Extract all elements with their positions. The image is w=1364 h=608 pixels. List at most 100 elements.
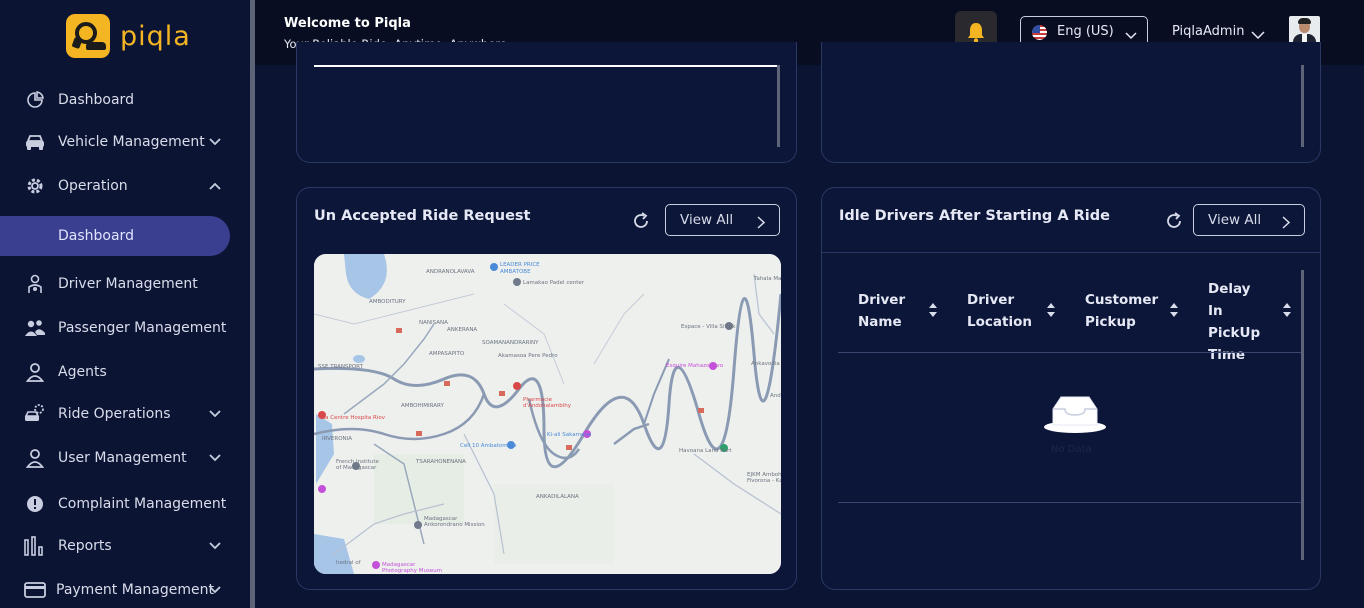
table-header-divider: [838, 352, 1302, 353]
welcome-title: Welcome to Piqla: [284, 16, 411, 31]
svg-text:Ankorondrano Mission: Ankorondrano Mission: [424, 522, 485, 528]
sidebar-item-vehicle-management[interactable]: Vehicle Management: [0, 122, 250, 162]
card-scrollbar[interactable]: [1301, 65, 1304, 147]
svg-text:Andr: Andr: [770, 393, 781, 399]
sort-icon[interactable]: [928, 302, 938, 318]
sidebar-item-user-management[interactable]: User Management: [0, 438, 250, 478]
alert-circle-icon: [24, 493, 46, 515]
sidebar-item-label: Dashboard: [58, 92, 134, 108]
svg-text:ka Centre Hospita Riov: ka Centre Hospita Riov: [322, 415, 386, 421]
ride-map[interactable]: ANDRANOLAVAVA LEADER PRICE AMBATOBE Lama…: [314, 254, 781, 574]
refresh-icon[interactable]: [1164, 211, 1184, 231]
svg-text:LEADER PRICE: LEADER PRICE: [500, 262, 540, 268]
divider-line: [314, 65, 778, 67]
card-scrollbar[interactable]: [777, 65, 780, 147]
brand-logo[interactable]: piqla: [66, 14, 191, 58]
sidebar-item-label: Passenger Management: [58, 320, 227, 336]
card-title: Idle Drivers After Starting A Ride: [839, 208, 1110, 224]
table-scrollbar[interactable]: [1301, 270, 1304, 560]
language-label: Eng (US): [1057, 24, 1114, 39]
chevron-down-icon[interactable]: [208, 539, 222, 553]
sidebar-item-passenger-management[interactable]: Passenger Management: [0, 308, 250, 348]
sidebar-item-dashboard[interactable]: Dashboard: [0, 80, 250, 120]
svg-text:IRVERONIA: IRVERONIA: [322, 436, 352, 442]
sort-icon[interactable]: [1282, 302, 1292, 318]
svg-text:AMBATOBE: AMBATOBE: [500, 269, 531, 275]
sidebar-item-label: Driver Management: [58, 276, 198, 292]
card-title: Un Accepted Ride Request: [314, 208, 531, 224]
sidebar-item-operation[interactable]: Operation: [0, 166, 250, 206]
sidebar: piqla Dashboard Vehicle Management Opera…: [0, 0, 250, 608]
unaccepted-ride-card: Un Accepted Ride Request View All ANDRAN…: [296, 187, 797, 590]
svg-text:Akamasoa Pere Pedro: Akamasoa Pere Pedro: [498, 353, 558, 359]
idle-drivers-card: Idle Drivers After Starting A Ride View …: [821, 187, 1321, 590]
sidebar-subitem-dashboard[interactable]: Dashboard: [0, 216, 230, 256]
chevron-up-icon[interactable]: [208, 179, 222, 193]
svg-text:ANKADILALANA: ANKADILALANA: [536, 494, 579, 500]
card-partial-left: [296, 42, 797, 163]
svg-text:AMBODITURY: AMBODITURY: [369, 299, 406, 305]
column-header-driver-location[interactable]: Driver Location: [967, 289, 1037, 333]
table-bottom-divider: [838, 502, 1302, 503]
view-all-label: View All: [680, 212, 734, 228]
svg-text:AMPASAPITO: AMPASAPITO: [429, 351, 465, 357]
car-icon: [24, 131, 46, 153]
bell-icon: [968, 23, 984, 43]
svg-text:Tahala Malakhaana: Tahala Malakhaana: [753, 276, 781, 282]
sidebar-item-label: Ride Operations: [58, 406, 171, 422]
svg-text:Ankavodia: Ankavodia: [751, 361, 780, 367]
users-icon: [24, 317, 46, 339]
us-flag-icon: [1032, 25, 1047, 40]
person-icon: [24, 447, 46, 469]
sidebar-item-label: Complaint Management: [58, 496, 227, 512]
svg-text:Esquire Mahazoarivo: Esquire Mahazoarivo: [666, 363, 724, 369]
view-all-button[interactable]: View All: [665, 204, 780, 236]
gear-icon: [24, 175, 46, 197]
sort-icon[interactable]: [1169, 302, 1179, 318]
sidebar-item-driver-management[interactable]: Driver Management: [0, 264, 250, 304]
sidebar-item-complaint-management[interactable]: Complaint Management: [0, 484, 250, 524]
sidebar-item-ride-operations[interactable]: Ride Operations: [0, 394, 250, 434]
svg-text:TSARAHONENANA: TSARAHONENANA: [415, 459, 466, 465]
column-header-customer-pickup[interactable]: Customer Pickup: [1085, 289, 1165, 333]
empty-state-text: No Data: [1051, 444, 1092, 455]
svg-text:Havoana Land Kart: Havoana Land Kart: [679, 448, 732, 454]
sidebar-item-label: Agents: [58, 364, 107, 380]
sidebar-item-reports[interactable]: Reports: [0, 526, 250, 566]
refresh-icon[interactable]: [631, 211, 651, 231]
credit-card-icon: [24, 579, 46, 601]
svg-text:d'Andohalambihy: d'Andohalambihy: [523, 403, 572, 409]
view-all-button[interactable]: View All: [1193, 204, 1305, 236]
empty-inbox-icon: [1043, 391, 1107, 435]
svg-text:Ki-ali Sakamena: Ki-ali Sakamena: [547, 432, 591, 438]
chevron-down-icon[interactable]: [208, 583, 222, 597]
sidebar-item-label: User Management: [58, 450, 187, 466]
chevron-down-icon[interactable]: [208, 407, 222, 421]
sidebar-item-label: Reports: [58, 538, 112, 554]
svg-text:Espace - Villa Sitrak: Espace - Villa Sitrak: [681, 324, 736, 330]
svg-text:NANISANA: NANISANA: [419, 320, 448, 326]
chevron-right-icon: [1282, 214, 1291, 233]
card-divider: [822, 252, 1320, 253]
app-root: piqla Dashboard Vehicle Management Opera…: [0, 0, 1364, 608]
svg-text:AMBOHIMIRARY: AMBOHIMIRARY: [401, 403, 444, 409]
sidebar-item-agents[interactable]: Agents: [0, 352, 250, 392]
chevron-down-icon[interactable]: [208, 451, 222, 465]
svg-text:Lamakao Padel center: Lamakao Padel center: [523, 280, 585, 286]
sidebar-item-label: Vehicle Management: [58, 134, 205, 150]
sidebar-item-label: Operation: [58, 178, 128, 194]
column-header-driver-name[interactable]: Driver Name: [858, 289, 918, 333]
chevron-down-icon[interactable]: [208, 135, 222, 149]
user-menu-name[interactable]: PiqlaAdmin: [1172, 24, 1244, 39]
chevron-right-icon: [757, 214, 766, 233]
svg-text:of Madagascar: of Madagascar: [336, 465, 377, 471]
logo-mark-icon: [66, 14, 110, 58]
map-canvas: ANDRANOLAVAVA LEADER PRICE AMBATOBE Lama…: [314, 254, 781, 574]
sort-icon[interactable]: [1046, 302, 1056, 318]
sidebar-item-payment-management[interactable]: Payment Management: [0, 570, 250, 608]
svg-text:Cell 10 Ambatomaro: Cell 10 Ambatomaro: [460, 443, 517, 449]
sidebar-scrollbar[interactable]: [250, 0, 255, 608]
car-gear-icon: [24, 403, 46, 425]
svg-text:Fivorona - Kar: Fivorona - Kar: [747, 478, 781, 484]
driver-icon: [24, 273, 46, 295]
